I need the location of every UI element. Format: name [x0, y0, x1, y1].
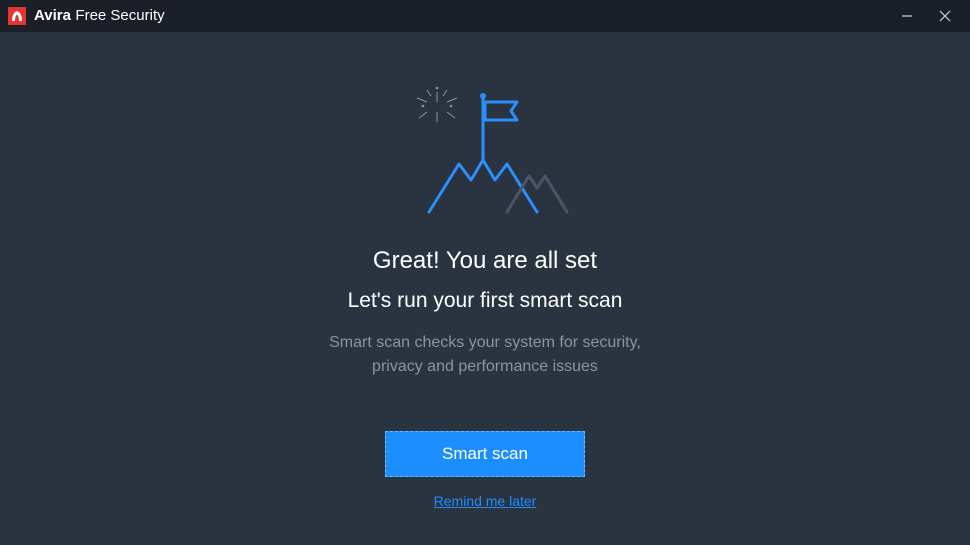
- description-line-2: privacy and performance issues: [329, 355, 641, 379]
- window-controls: [896, 5, 962, 27]
- mountain-flag-icon: [395, 84, 575, 229]
- subheading: Let's run your first smart scan: [348, 289, 623, 313]
- brand-label: Avira: [34, 7, 71, 24]
- minimize-button[interactable]: [896, 5, 918, 27]
- remind-later-link[interactable]: Remind me later: [434, 493, 537, 509]
- brand-name: Avira Free Security: [34, 7, 165, 25]
- description-line-1: Smart scan checks your system for securi…: [329, 331, 641, 355]
- main-content: Great! You are all set Let's run your fi…: [0, 32, 970, 509]
- description: Smart scan checks your system for securi…: [329, 331, 641, 379]
- sparkle-icon: [417, 87, 457, 122]
- titlebar: Avira Free Security: [0, 0, 970, 32]
- close-button[interactable]: [934, 5, 956, 27]
- smart-scan-button[interactable]: Smart scan: [385, 431, 585, 477]
- heading: Great! You are all set: [373, 247, 597, 275]
- avira-logo-icon: [8, 7, 26, 25]
- titlebar-left: Avira Free Security: [8, 7, 165, 25]
- product-label: Free Security: [75, 7, 164, 24]
